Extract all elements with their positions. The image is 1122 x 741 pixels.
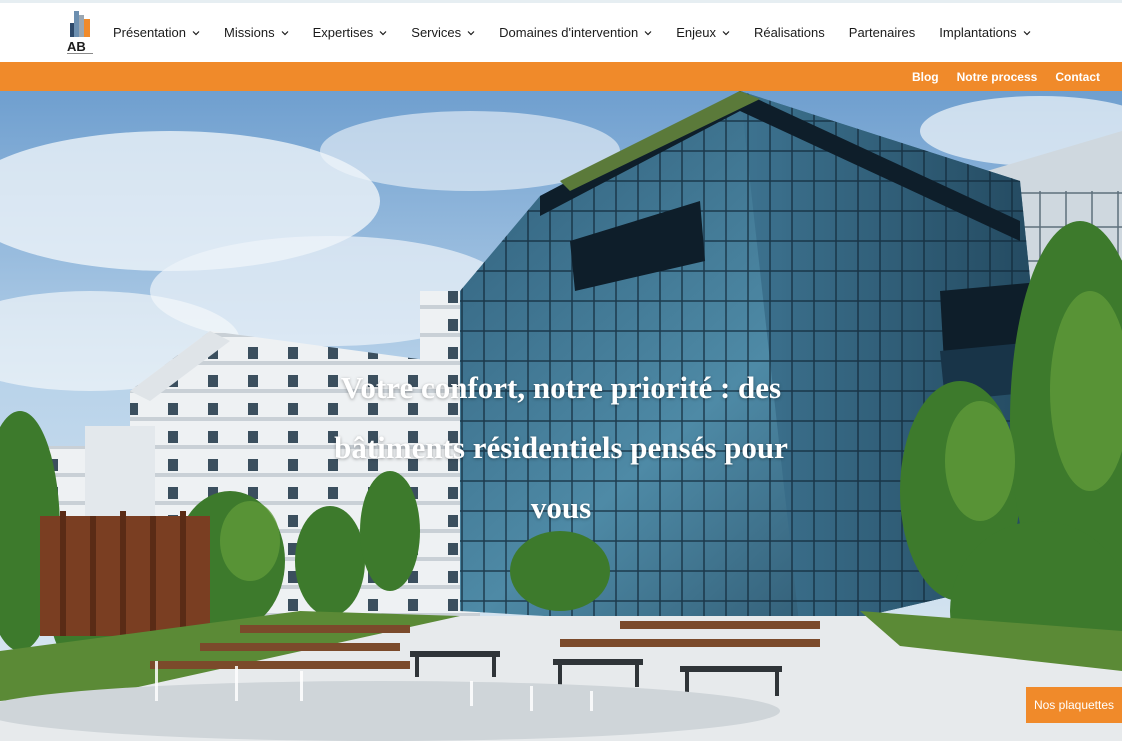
nav-item-label: Enjeux [676,25,716,40]
nav-item-realisations[interactable]: Réalisations [742,3,837,62]
nav-item-presentation[interactable]: Présentation [101,3,212,62]
nav-item-label: Missions [224,25,275,40]
chevron-down-icon [379,29,387,37]
chevron-down-icon [722,29,730,37]
building-logo-icon: AB [67,11,93,54]
secondary-nav: Blog Notre process Contact [894,62,1100,91]
nav-item-domaines-d-intervention[interactable]: Domaines d'intervention [487,3,664,62]
brand-logo[interactable]: AB [64,9,96,57]
site-header: AB Présentation Missions Expertises Service… [0,3,1122,62]
hero-banner: Votre confort, notre priorité : des bâti… [0,91,1122,741]
nav-item-label: Expertises [312,25,374,40]
hero-title: Votre confort, notre priorité : des bâti… [334,370,788,525]
nav-item-label: Présentation [113,25,186,40]
secondary-bar: Blog Notre process Contact [0,62,1122,91]
main-nav: Présentation Missions Expertises Services Do… [101,3,1043,62]
nav-item-label: Domaines d'intervention [499,25,639,40]
nav-item-label: Réalisations [753,25,825,40]
brochures-button[interactable]: Nos plaquettes [1026,687,1122,723]
chevron-down-icon [192,29,200,37]
nav-item-expertises[interactable]: Expertises [301,3,400,62]
chevron-down-icon [644,29,652,37]
blog-link[interactable]: Blog [912,70,939,84]
nav-item-label: Services [411,25,462,40]
svg-text:AB: AB [67,39,86,54]
nav-item-implantations[interactable]: Implantations [927,3,1042,62]
nav-item-missions[interactable]: Missions [212,3,301,62]
process-link[interactable]: Notre process [957,70,1038,84]
contact-link[interactable]: Contact [1055,70,1100,84]
nav-item-partenaires[interactable]: Partenaires [837,3,927,62]
nav-item-enjeux[interactable]: Enjeux [664,3,742,62]
nav-item-label: Partenaires [848,25,916,40]
nav-item-services[interactable]: Services [399,3,487,62]
chevron-down-icon [281,29,289,37]
chevron-down-icon [467,29,475,37]
nav-item-label: Implantations [939,25,1017,40]
chevron-down-icon [1023,29,1031,37]
